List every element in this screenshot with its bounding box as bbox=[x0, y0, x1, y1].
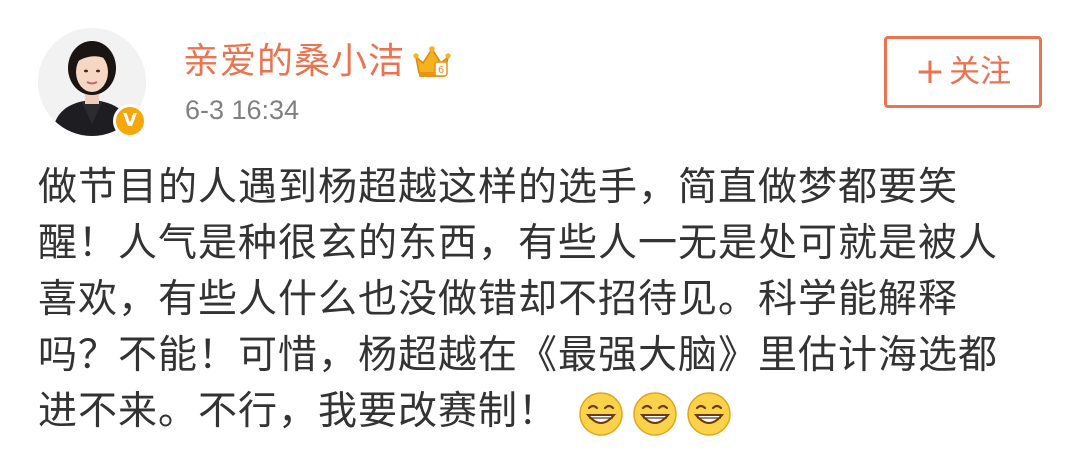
follow-label: 关注 bbox=[949, 53, 1012, 90]
post-timestamp[interactable]: 6-3 16:34 bbox=[185, 93, 299, 127]
svg-text:6: 6 bbox=[438, 65, 444, 76]
post-text-line: 吗？不能！可惜，杨超越在《最强大脑》里估计海选都 bbox=[38, 333, 999, 378]
plus-icon: + bbox=[914, 51, 946, 92]
author-name[interactable]: 亲爱的桑小洁 bbox=[183, 40, 405, 84]
post-text-line-last: 进不来。不行，我要改赛制！ bbox=[38, 384, 1048, 440]
follow-button[interactable]: + 关注 bbox=[884, 36, 1042, 108]
crown-vip-icon[interactable]: 6 bbox=[413, 45, 451, 79]
grin-emoji-icon bbox=[633, 391, 677, 436]
grin-emoji-icon bbox=[687, 391, 731, 436]
author-header: 亲爱的桑小洁 6 bbox=[183, 40, 451, 84]
post-text-line: 进不来。不行，我要改赛制！ bbox=[38, 389, 559, 434]
grin-emoji-icon bbox=[579, 391, 623, 436]
post-text-line: 醒！人气是种很玄的东西，有些人一无是处可就是被人 bbox=[38, 221, 999, 266]
verified-symbol: V bbox=[123, 110, 137, 131]
post-text-line: 做节目的人遇到杨超越这样的选手，简直做梦都要笑 bbox=[38, 165, 959, 210]
verified-badge-icon: V bbox=[113, 104, 147, 138]
weibo-post-card: V 亲爱的桑小洁 6 6-3 16:34 + 关注 做节目的人遇到杨超越这样的选… bbox=[0, 0, 1080, 459]
post-body: 做节目的人遇到杨超越这样的选手，简直做梦都要笑 醒！人气是种很玄的东西，有些人一… bbox=[38, 160, 1048, 440]
post-text-line: 喜欢，有些人什么也没做错却不招待见。科学能解释 bbox=[38, 277, 959, 322]
